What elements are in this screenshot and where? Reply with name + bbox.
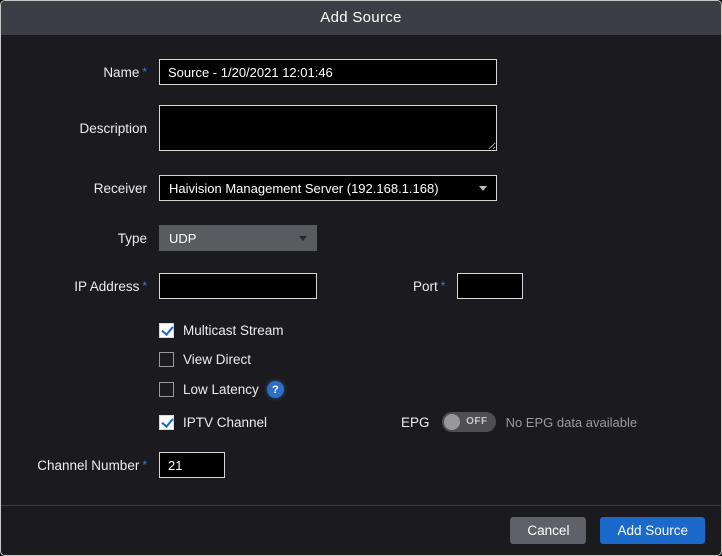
channel-number-row: Channel Number* bbox=[1, 452, 721, 478]
view-direct-checkbox[interactable] bbox=[159, 352, 174, 367]
name-row: Name* bbox=[1, 59, 721, 85]
ip-address-input[interactable] bbox=[159, 273, 317, 299]
add-source-dialog: Add Source Name* Description Receiver Ha… bbox=[0, 0, 722, 556]
add-source-form: Name* Description Receiver Haivision Man… bbox=[1, 35, 721, 505]
receiver-selected-value: Haivision Management Server (192.168.1.1… bbox=[169, 181, 439, 196]
name-label: Name* bbox=[1, 65, 159, 80]
receiver-label: Receiver bbox=[1, 181, 159, 196]
dialog-footer: Cancel Add Source bbox=[1, 505, 721, 555]
required-asterisk: * bbox=[142, 65, 147, 79]
channel-number-label: Channel Number* bbox=[1, 458, 159, 473]
chevron-down-icon bbox=[299, 236, 307, 241]
multicast-stream-label: Multicast Stream bbox=[183, 323, 284, 338]
add-source-button[interactable]: Add Source bbox=[600, 517, 705, 544]
ip-port-row: IP Address* Port* bbox=[1, 273, 721, 299]
channel-number-input[interactable] bbox=[159, 452, 225, 478]
cancel-button[interactable]: Cancel bbox=[510, 517, 586, 544]
epg-toggle-state: OFF bbox=[466, 412, 488, 432]
name-input[interactable] bbox=[159, 59, 497, 85]
low-latency-checkbox[interactable] bbox=[159, 382, 174, 397]
type-select[interactable]: UDP bbox=[159, 225, 317, 251]
iptv-channel-checkbox[interactable] bbox=[159, 415, 174, 430]
required-asterisk: * bbox=[441, 279, 446, 293]
receiver-select[interactable]: Haivision Management Server (192.168.1.1… bbox=[159, 175, 497, 201]
epg-toggle[interactable]: OFF bbox=[442, 412, 496, 432]
iptv-channel-row: IPTV Channel EPG OFF No EPG data availab… bbox=[1, 412, 721, 432]
type-row: Type UDP bbox=[1, 225, 721, 251]
description-row: Description bbox=[1, 105, 721, 151]
multicast-stream-row: Multicast Stream bbox=[1, 323, 721, 338]
port-label: Port* bbox=[413, 279, 457, 294]
multicast-stream-checkbox[interactable] bbox=[159, 323, 174, 338]
view-direct-label: View Direct bbox=[183, 352, 251, 367]
description-label: Description bbox=[1, 121, 159, 136]
type-label: Type bbox=[1, 231, 159, 246]
low-latency-row: Low Latency ? bbox=[1, 381, 721, 398]
view-direct-row: View Direct bbox=[1, 352, 721, 367]
help-icon[interactable]: ? bbox=[267, 381, 284, 398]
type-selected-value: UDP bbox=[169, 231, 196, 246]
iptv-channel-label: IPTV Channel bbox=[183, 415, 267, 430]
chevron-down-icon bbox=[479, 186, 487, 191]
epg-label: EPG bbox=[401, 415, 430, 430]
description-textarea[interactable] bbox=[159, 105, 497, 151]
epg-status-text: No EPG data available bbox=[506, 415, 638, 430]
ip-address-label: IP Address* bbox=[1, 279, 159, 294]
required-asterisk: * bbox=[142, 279, 147, 293]
toggle-knob-icon bbox=[444, 414, 460, 430]
receiver-row: Receiver Haivision Management Server (19… bbox=[1, 175, 721, 201]
required-asterisk: * bbox=[142, 458, 147, 472]
dialog-title: Add Source bbox=[1, 1, 721, 35]
low-latency-label: Low Latency bbox=[183, 382, 259, 397]
port-input[interactable] bbox=[457, 273, 523, 299]
